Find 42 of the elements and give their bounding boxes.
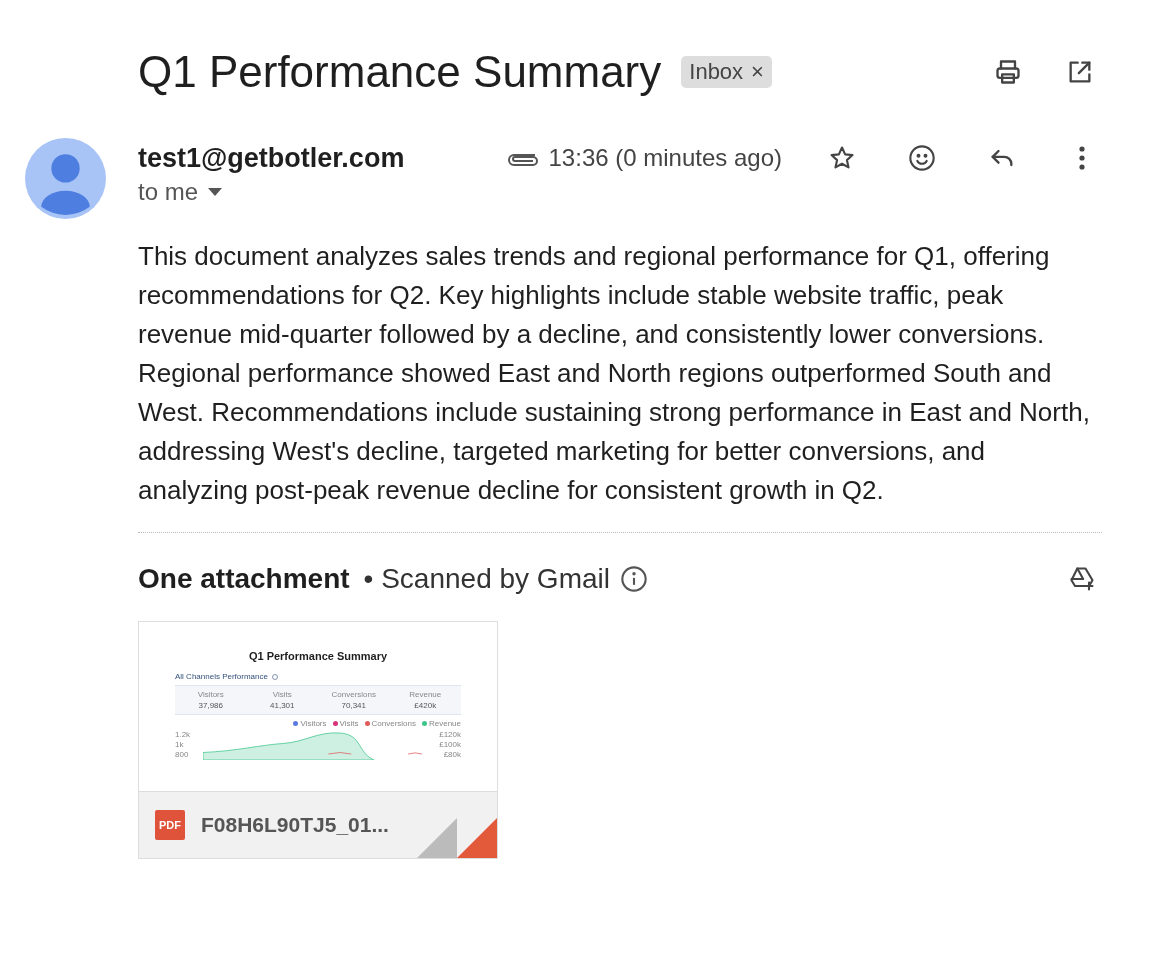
axis-tick: 1k <box>175 740 185 749</box>
preview-title: Q1 Performance Summary <box>247 650 389 662</box>
stat-label: Visits <box>272 690 292 699</box>
stat-label: Visitors <box>197 690 224 699</box>
attachment-heading: One attachment <box>138 563 350 595</box>
sender-address: test1@getbotler.com <box>138 142 405 174</box>
preview-section-title: All Channels Performance <box>175 672 268 681</box>
stat-value: 37,986 <box>198 701 223 710</box>
axis-tick: £100k <box>439 740 461 749</box>
legend-label: Revenue <box>428 719 461 728</box>
legend-label: Conversions <box>371 719 416 728</box>
attachment-card[interactable]: Q1 Performance Summary All Channels Performance Visitors 37,986 Visits 41,301 Conversions 70,341 Revenue £420k Visitors Visits Conversions Revenue 1.2k 1k 800 £120k £100k £80k PDF F08H6L90TJ5_01... <box>138 621 498 859</box>
stat-value: £420k <box>414 701 437 710</box>
email-time: 13:36 (0 minutes ago) <box>548 144 782 172</box>
remove-label-button[interactable]: × <box>751 59 764 85</box>
label-chip: Inbox × <box>681 56 772 88</box>
caret-icon <box>208 188 223 196</box>
stat-label: Conversions <box>331 690 376 699</box>
folded-corner-icon <box>417 818 497 858</box>
more-icon <box>1079 145 1085 171</box>
smiley-icon <box>908 144 936 172</box>
stat-value: 41,301 <box>270 701 295 710</box>
axis-tick: 800 <box>175 750 190 759</box>
file-type-badge: PDF <box>155 810 185 840</box>
email-subject: Q1 Performance Summary <box>138 47 662 97</box>
help-icon <box>271 673 278 680</box>
legend-label: Visitors <box>300 719 327 728</box>
stat-value: 70,341 <box>341 701 366 710</box>
axis-tick: £80k <box>443 750 461 759</box>
avatar-icon <box>25 138 106 219</box>
legend-label: Visits <box>339 719 359 728</box>
email-body: This document analyzes sales trends and regional performance for Q1, offering recommendations for Q2. Key highlights include stable website traffic, peak revenue mid-quarter followed by a decline, and consistently lower conversions. Regional performance showed East and North regions outperformed South and West. Recommendations include sustaining strong performance in East and North, addressing West's decline, targeted marketing for better conversions, and analyzing post-peak revenue decline for consistent growth in Q2. <box>138 240 1091 507</box>
stat-label: Revenue <box>409 690 442 699</box>
axis-tick: £120k <box>439 730 461 739</box>
triangle-plus-icon <box>1068 565 1096 593</box>
recipient-dropdown[interactable]: to me <box>138 178 223 206</box>
info-icon[interactable] <box>620 565 648 593</box>
axis-tick: 1.2k <box>175 730 192 739</box>
print-icon <box>994 58 1022 86</box>
scan-note: • Scanned by Gmail <box>363 563 610 595</box>
file-name: F08H6L90TJ5_01... <box>201 813 389 837</box>
star-icon <box>828 144 856 172</box>
